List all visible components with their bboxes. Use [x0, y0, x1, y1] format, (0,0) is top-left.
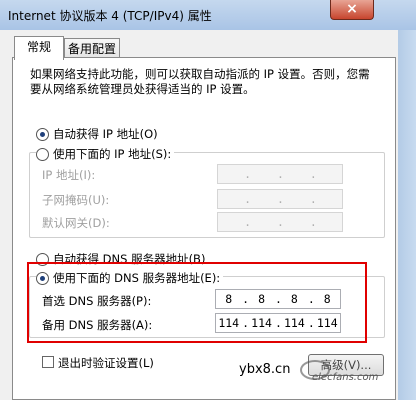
- watermark-site: ybx8.cn: [237, 362, 293, 377]
- default-gateway-label: 默认网关(D):: [42, 216, 110, 230]
- ip-address-input: . . .: [217, 164, 343, 184]
- close-icon: ×: [346, 1, 358, 17]
- title-bar[interactable]: Internet 协议版本 4 (TCP/IPv4) 属性 ×: [0, 0, 416, 30]
- description-text: 如果网络支持此功能，则可以获取自动指派的 IP 设置。否则，您需要从网络系统管理…: [30, 67, 370, 96]
- validate-on-exit-checkbox[interactable]: [42, 356, 54, 368]
- window-frame: [398, 30, 416, 400]
- ip-address-label: IP 地址(I):: [42, 168, 96, 182]
- radio-auto-ip[interactable]: 自动获得 IP 地址(O): [36, 126, 158, 142]
- radio-manual-ip-label: 使用下面的 IP 地址(S):: [53, 147, 172, 161]
- radio-auto-ip-indicator[interactable]: [36, 127, 49, 141]
- subnet-mask-label: 子网掩码(U):: [42, 193, 110, 207]
- radio-manual-ip[interactable]: 使用下面的 IP 地址(S):: [36, 146, 175, 162]
- tab-general-label: 常规: [26, 40, 51, 54]
- default-gateway-input: . . .: [217, 212, 343, 232]
- tab-general[interactable]: 常规: [14, 36, 64, 60]
- highlight-box: [27, 262, 367, 343]
- window-title: Internet 协议版本 4 (TCP/IPv4) 属性: [8, 9, 212, 23]
- validate-on-exit-label: 退出时验证设置(L): [58, 356, 154, 370]
- close-button[interactable]: ×: [330, 0, 374, 20]
- tab-alternate-config-label: 备用配置: [67, 42, 116, 56]
- subnet-mask-input: . . .: [217, 189, 343, 209]
- radio-manual-ip-indicator[interactable]: [36, 147, 49, 161]
- radio-auto-ip-label: 自动获得 IP 地址(O): [53, 127, 158, 141]
- watermark-brand: elecfans.com: [312, 372, 379, 383]
